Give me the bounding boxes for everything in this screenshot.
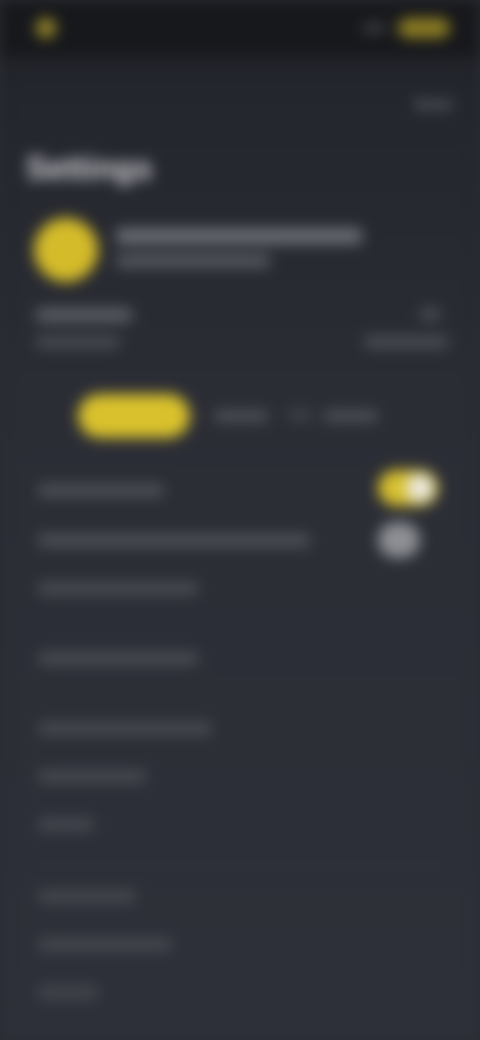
toggle-switch-2[interactable] bbox=[378, 522, 420, 558]
segment-option-3[interactable] bbox=[324, 410, 378, 422]
settings-row-2-label[interactable] bbox=[38, 534, 310, 547]
settings-row-10-label[interactable] bbox=[38, 986, 98, 999]
page-title: Settings bbox=[26, 150, 153, 186]
settings-row-3-label[interactable] bbox=[38, 582, 198, 595]
toggle-knob bbox=[406, 474, 434, 502]
section-divider bbox=[30, 694, 450, 695]
profile-avatar[interactable] bbox=[34, 218, 98, 282]
settings-row-1-label[interactable] bbox=[38, 484, 164, 497]
settings-row-4-label[interactable] bbox=[38, 652, 198, 665]
settings-screen: Done Settings bbox=[0, 0, 480, 1040]
battery-icon bbox=[398, 18, 450, 38]
status-bar bbox=[0, 0, 480, 56]
segment-separator bbox=[288, 410, 312, 420]
status-right bbox=[354, 18, 450, 38]
plan-value-placeholder bbox=[420, 308, 440, 320]
profile-name-placeholder[interactable] bbox=[116, 228, 362, 244]
section-divider bbox=[30, 624, 450, 625]
plan-subtitle-placeholder bbox=[36, 336, 120, 348]
segment-option-active[interactable] bbox=[78, 394, 190, 438]
settings-row-9-label[interactable] bbox=[38, 938, 172, 951]
done-button[interactable]: Done bbox=[404, 88, 464, 122]
plan-action-placeholder[interactable] bbox=[364, 336, 448, 348]
plan-title-placeholder bbox=[36, 308, 132, 322]
profile-subtitle-placeholder bbox=[116, 254, 270, 268]
segment-option-2[interactable] bbox=[214, 410, 268, 422]
settings-row-7-label[interactable] bbox=[38, 818, 94, 831]
toggle-switch-1[interactable] bbox=[378, 470, 438, 506]
settings-row-5-label[interactable] bbox=[38, 722, 212, 735]
settings-row-8-label[interactable] bbox=[38, 890, 136, 903]
status-indicator bbox=[362, 23, 386, 33]
app-logo-icon bbox=[36, 18, 56, 38]
section-divider bbox=[30, 860, 450, 861]
settings-row-6-label[interactable] bbox=[38, 770, 146, 783]
segmented-control[interactable] bbox=[78, 394, 378, 438]
status-left bbox=[30, 14, 130, 42]
